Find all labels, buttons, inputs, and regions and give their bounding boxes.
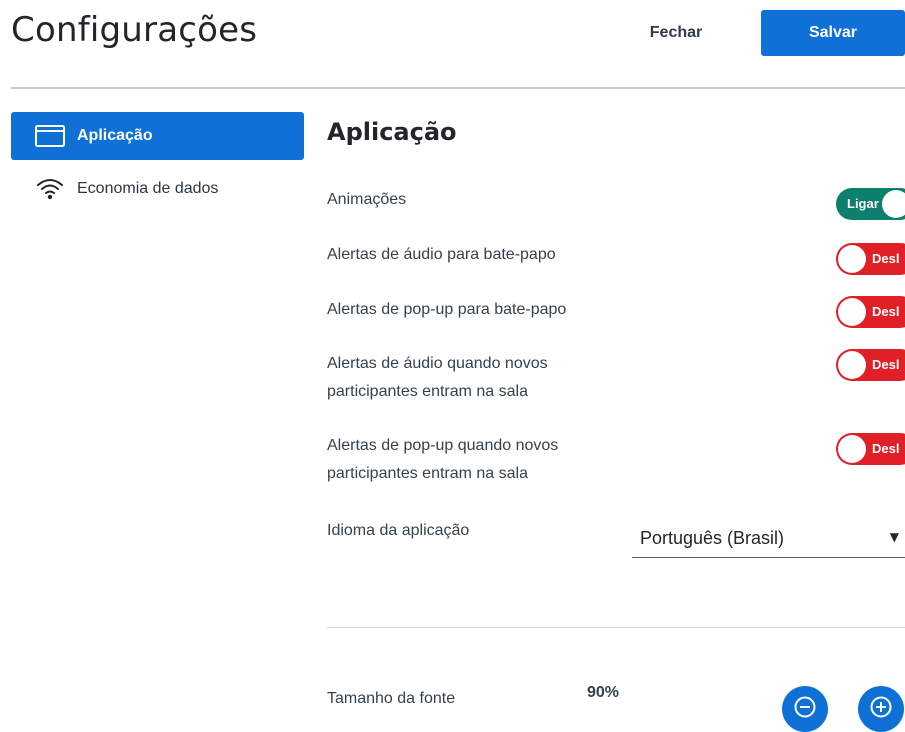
- toggle-knob: [838, 245, 866, 273]
- font-size-value: 90%: [587, 684, 620, 701]
- dropdown-arrow-icon: ▼: [889, 530, 899, 544]
- toggle-text: Desl: [872, 251, 900, 266]
- section-title: Aplicação: [327, 118, 457, 146]
- popup-chat-alerts-label: Alertas de pop-up para bate-papo: [327, 301, 567, 318]
- toggle-text: Desl: [872, 357, 900, 372]
- toggle-knob: [838, 351, 866, 379]
- popup-join-alerts-label: Alertas de pop-up quando novos participa…: [327, 437, 559, 482]
- sidebar-item-label: Economia de dados: [77, 180, 219, 197]
- sidebar-item-label: Aplicação: [77, 127, 153, 144]
- language-select[interactable]: Português (Brasil) ▼: [632, 522, 905, 558]
- language-selected-value: Português (Brasil): [640, 528, 785, 548]
- plus-circle-icon: [869, 695, 893, 723]
- toggle-text: Desl: [872, 304, 900, 319]
- popup-chat-alerts-toggle[interactable]: Desl: [836, 296, 905, 328]
- window-icon: [35, 125, 65, 147]
- toggle-knob: [838, 298, 866, 326]
- minus-circle-icon: [793, 695, 817, 723]
- decrease-font-button[interactable]: [782, 686, 828, 732]
- animations-label: Animações: [327, 191, 407, 208]
- header-divider: [11, 87, 905, 89]
- increase-font-button[interactable]: [858, 686, 904, 732]
- close-button[interactable]: Fechar: [636, 12, 716, 54]
- animations-toggle[interactable]: Ligar: [836, 188, 905, 220]
- section-divider: [327, 627, 905, 628]
- toggle-knob: [882, 190, 905, 218]
- audio-join-alerts-toggle[interactable]: Desl: [836, 349, 905, 381]
- toggle-text: Desl: [872, 441, 900, 456]
- sidebar-item-application[interactable]: Aplicação: [11, 112, 304, 160]
- save-button[interactable]: Salvar: [761, 10, 905, 56]
- wifi-icon: [35, 178, 65, 200]
- audio-join-alerts-label: Alertas de áudio quando novos participan…: [327, 355, 548, 400]
- audio-chat-alerts-label: Alertas de áudio para bate-papo: [327, 246, 556, 263]
- language-label: Idioma da aplicação: [327, 522, 470, 539]
- toggle-text: Ligar: [847, 196, 879, 211]
- toggle-knob: [838, 435, 866, 463]
- popup-join-alerts-toggle[interactable]: Desl: [836, 433, 905, 465]
- page-title: Configurações: [11, 10, 258, 50]
- audio-chat-alerts-toggle[interactable]: Desl: [836, 243, 905, 275]
- sidebar-item-data-saving[interactable]: Economia de dados: [11, 165, 304, 213]
